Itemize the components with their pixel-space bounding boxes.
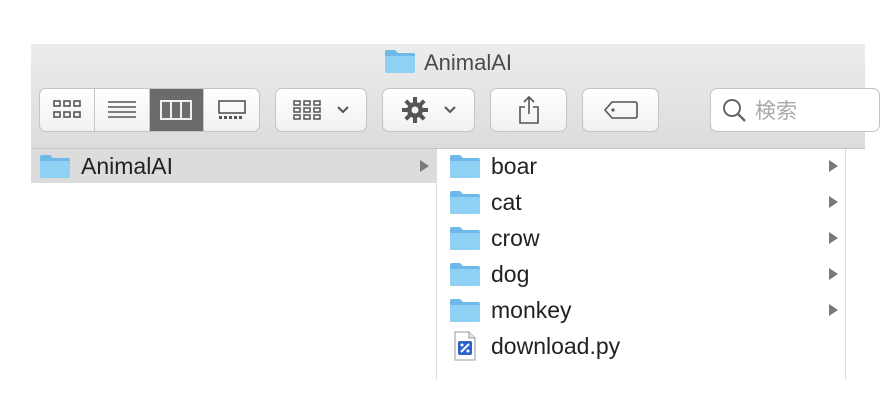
folder-icon [39,153,71,179]
share-icon [518,95,539,124]
folder-icon [449,297,481,323]
folder-icon [384,48,416,79]
python-file-icon [449,331,481,361]
disclosure-arrow-icon [829,268,838,280]
folder-icon [449,261,481,287]
list-item-label: monkey [491,296,572,323]
disclosure-arrow-icon [420,160,429,172]
list-item-crow[interactable]: crow [449,221,540,255]
list-view-button[interactable] [95,89,150,131]
list-item-label: boar [491,152,538,179]
disclosure-arrow-icon [829,232,838,244]
chevron-down-icon [337,106,349,114]
disclosure-arrow-icon [829,160,838,172]
gear-icon [401,97,428,123]
list-item-label: AnimalAI [81,152,174,179]
list-item-label: cat [491,188,522,215]
window-title-text: AnimalAI [423,50,513,75]
column-1: AnimalAI [31,149,436,380]
folder-icon [449,225,481,251]
list-item-dog[interactable]: dog [449,257,529,291]
folder-icon [449,153,481,179]
gallery-view-button[interactable] [204,89,259,131]
list-view-icon [107,101,136,118]
tags-button[interactable] [582,88,659,132]
search-field[interactable]: 検索 [710,88,880,132]
group-icon [293,100,321,120]
list-item-animalai[interactable]: AnimalAI [31,149,436,183]
column-divider[interactable] [845,149,846,380]
window-title: AnimalAI [31,48,865,78]
finder-window: AnimalAI 検索 AnimalAI boar cat crow dog m… [31,44,880,380]
column-view-button[interactable] [149,89,205,131]
search-icon [723,99,746,122]
list-item-label: download.py [491,332,621,359]
folder-icon [449,189,481,215]
chevron-down-icon [443,106,456,114]
gallery-view-icon [217,100,246,119]
column-view-icon [160,100,193,120]
list-item-label: crow [491,224,540,251]
icon-view-icon [53,100,81,118]
disclosure-arrow-icon [829,196,838,208]
tag-icon [603,101,638,119]
view-mode-control[interactable] [39,88,260,132]
icon-view-button[interactable] [40,89,95,131]
disclosure-arrow-icon [829,304,838,316]
column-2: boar cat crow dog monkey download.py [437,149,845,380]
list-item-cat[interactable]: cat [449,185,522,219]
list-item-monkey[interactable]: monkey [449,293,572,327]
share-button[interactable] [490,88,567,132]
list-item-download-py[interactable]: download.py [449,329,620,363]
list-item-boar[interactable]: boar [449,149,537,183]
search-placeholder: 検索 [755,100,797,123]
group-by-button[interactable] [275,88,367,132]
list-item-label: dog [491,260,530,287]
action-button[interactable] [382,88,475,132]
titlebar: AnimalAI 検索 [31,44,880,149]
